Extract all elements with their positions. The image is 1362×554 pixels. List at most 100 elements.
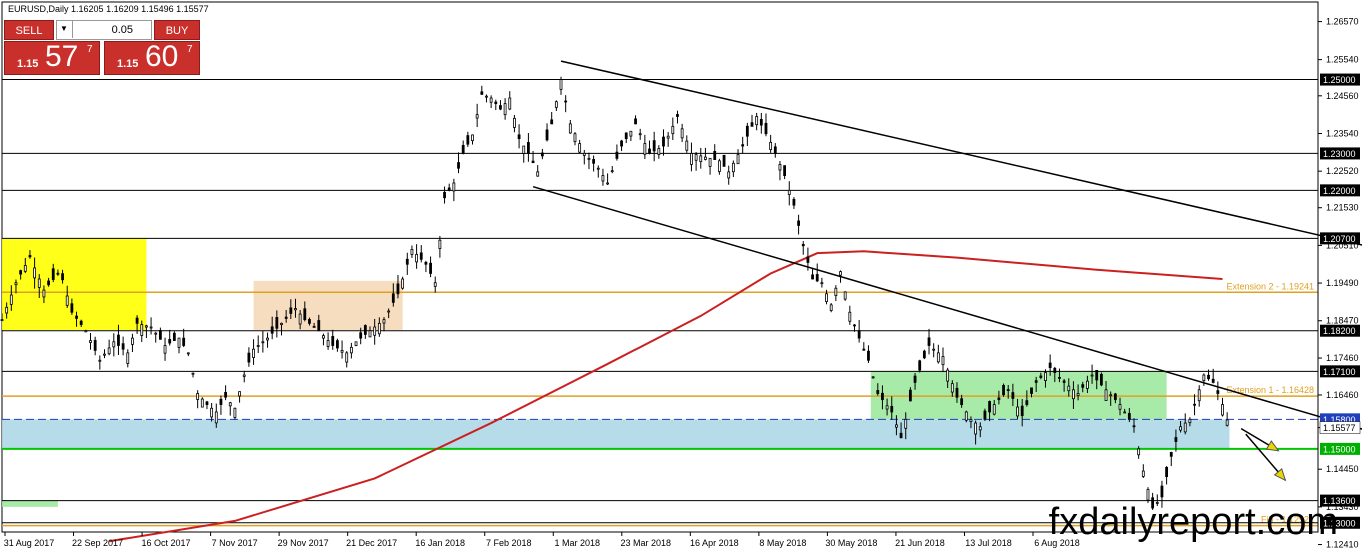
candle-body [33, 267, 37, 279]
candle-body [815, 274, 819, 282]
price-tick-label: 1.19490 [1326, 278, 1359, 288]
candle-body [466, 135, 470, 145]
candle-body [1188, 418, 1192, 424]
candle-body [312, 326, 316, 328]
candle-body [494, 101, 498, 104]
price-tick-label: 1.23540 [1326, 128, 1359, 138]
candle-body [1165, 466, 1169, 477]
date-tick-label: 21 Jun 2018 [895, 538, 945, 548]
date-axis: 31 Aug 2017 22 Sep 2017 16 Oct 2017 7 Nov 2… [4, 532, 1080, 548]
candle-body [461, 144, 465, 154]
candle-body [946, 369, 950, 382]
candle-body [913, 375, 917, 383]
candle-body [839, 271, 842, 276]
candle-body [792, 198, 796, 206]
candle-body [876, 390, 880, 394]
candle-body [778, 164, 782, 171]
candle-body [741, 144, 745, 147]
date-tick-label: 1 Mar 2018 [555, 538, 601, 548]
plot-area [1, 1, 1319, 533]
candle-body [419, 252, 423, 260]
date-tick-label: 16 Jan 2018 [415, 538, 465, 548]
candle-body [1076, 393, 1080, 397]
candle-body [624, 132, 628, 140]
sell-button[interactable]: SELL [4, 20, 54, 40]
candle-body [266, 337, 269, 341]
candle-body [247, 352, 251, 363]
candle-body [922, 350, 926, 359]
candle-body [508, 97, 512, 110]
candle-body [783, 165, 787, 176]
candle-body [457, 162, 460, 169]
candle-body [191, 372, 195, 375]
candle-body [471, 134, 474, 142]
price-tick-label: 1.22520 [1326, 166, 1359, 176]
candle-body [997, 397, 1001, 401]
candle-body [820, 282, 824, 285]
candle-body [615, 151, 619, 159]
candle-body [1169, 452, 1173, 457]
candle-body [829, 304, 833, 311]
candle-body [405, 258, 409, 265]
candle-body [690, 153, 693, 165]
date-tick-label: 16 Apr 2018 [690, 538, 739, 548]
candle-body [559, 79, 563, 90]
candle-body [168, 339, 172, 344]
candle-body [438, 239, 442, 249]
candle-body [1011, 392, 1015, 399]
candle-body [51, 268, 55, 280]
candle-body [652, 140, 656, 152]
candle-body [79, 320, 83, 325]
candle-body [857, 330, 861, 339]
price-axis: 1.26570 1.25540 1.24560 1.23540 1.22520 1.215… [1318, 17, 1359, 550]
candle-body [904, 418, 908, 429]
buy-price-button[interactable]: 1.15 60 7 [104, 40, 200, 75]
sell-price-button[interactable]: 1.15 57 7 [4, 40, 100, 75]
candle-body [9, 294, 13, 305]
candle-body [1081, 384, 1085, 388]
candle-body [275, 316, 279, 329]
candle-body [983, 410, 987, 420]
candle-body [61, 273, 64, 281]
candle-body [401, 278, 405, 289]
price-tick-label: 1.16460 [1326, 390, 1359, 400]
candle-body [98, 359, 102, 362]
candle-body [881, 392, 884, 401]
price-tick-label: 1.17460 [1326, 353, 1359, 363]
candle-body [205, 401, 209, 405]
candle-body [1104, 389, 1108, 401]
current-price-tag: 1.15577 [1323, 423, 1356, 433]
candle-body [298, 313, 302, 325]
candle-body [177, 337, 181, 348]
candle-body [410, 249, 414, 255]
candle-body [112, 341, 116, 348]
date-tick-label: 22 Sep 2017 [72, 538, 123, 548]
candle-body [14, 282, 18, 286]
candle-body [186, 352, 190, 355]
buy-button[interactable]: BUY [154, 20, 200, 40]
candle-body [773, 146, 777, 154]
candle-body [941, 356, 945, 366]
candle-body [890, 405, 894, 413]
candle-body [1086, 380, 1089, 389]
candle-body [210, 407, 214, 418]
candle-body [340, 350, 344, 353]
candle-body [163, 345, 167, 354]
date-tick-label: 21 Dec 2017 [346, 538, 397, 548]
candle-body [1179, 426, 1182, 431]
candle-body [1020, 405, 1024, 417]
candle-body [429, 262, 432, 274]
candle-body [713, 151, 717, 160]
lot-dropdown-icon[interactable]: ▼ [56, 20, 73, 38]
candle-body [769, 141, 773, 150]
candle-body [336, 340, 339, 349]
candle-body [592, 159, 596, 164]
candle-body [750, 122, 754, 127]
watermark: fxdailyreport.com [1048, 501, 1338, 543]
candle-body [280, 322, 283, 326]
candle-body [806, 256, 810, 263]
candle-body [680, 128, 684, 139]
candle-body [522, 145, 526, 154]
candle-body [326, 340, 330, 347]
candle-body [1221, 404, 1224, 416]
